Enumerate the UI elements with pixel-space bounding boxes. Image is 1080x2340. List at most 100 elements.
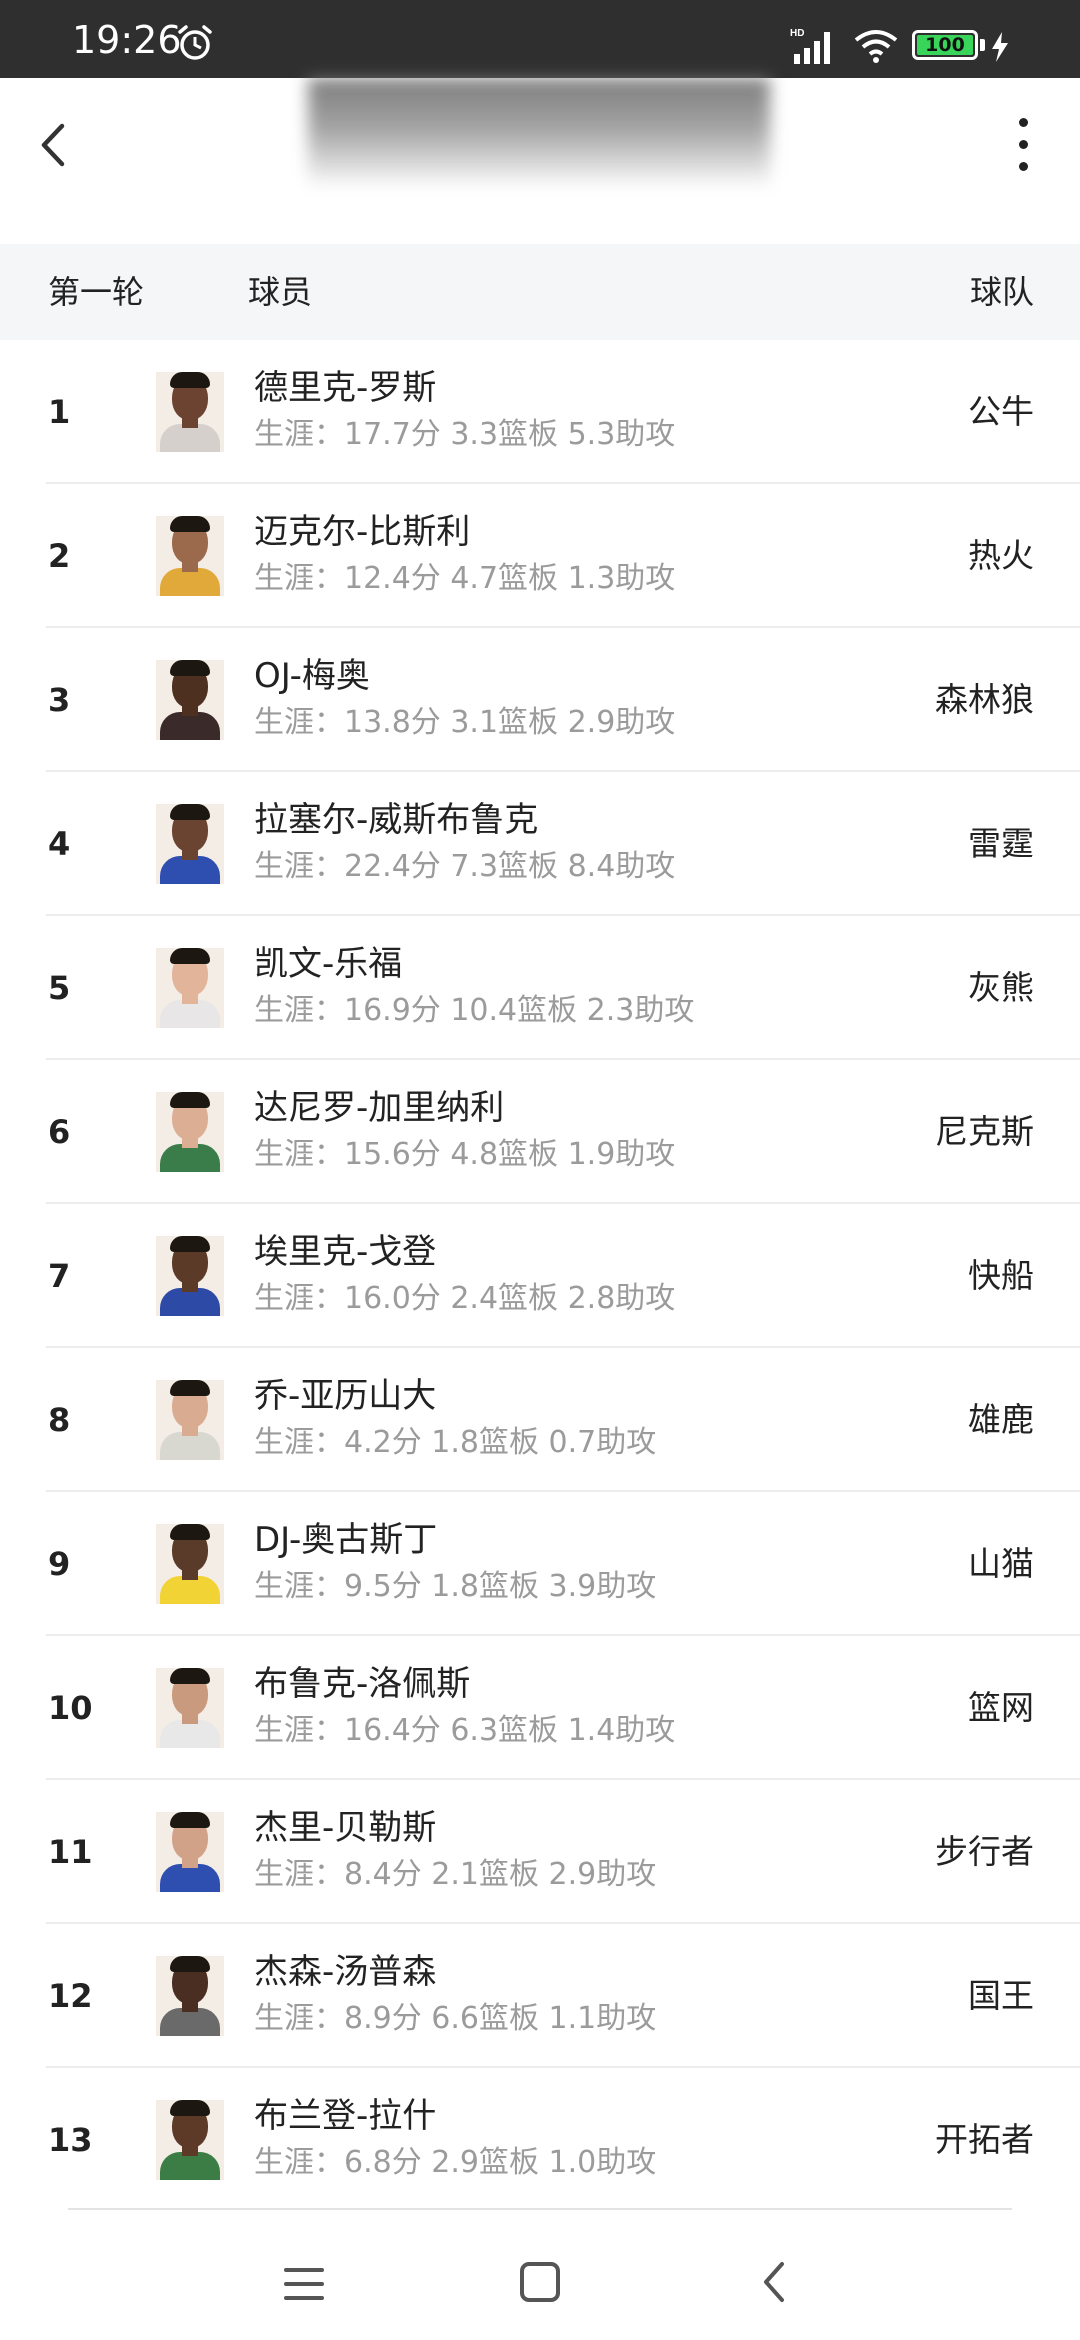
battery-tip [980,39,985,51]
player-team: 公牛 [968,392,1034,431]
more-vertical-icon[interactable] [1004,108,1044,182]
player-team: 国王 [968,1976,1034,2015]
player-career-stats: 生涯：22.4分 7.3篮板 8.4助攻 [254,849,676,884]
player-name: 杰里-贝勒斯 [254,1808,437,1848]
player-team: 森林狼 [935,680,1034,719]
column-round: 第一轮 [48,273,145,311]
wifi-icon [854,30,898,63]
player-career-stats: 生涯：15.6分 4.8篮板 1.9助攻 [254,1137,676,1172]
player-avatar [156,948,224,1028]
table-row[interactable]: 5 凯文-乐福 生涯：16.9分 10.4篮板 2.3助攻 灰熊 [0,916,1080,1060]
pick-number: 3 [48,681,71,719]
back-icon[interactable] [758,2258,790,2306]
table-row[interactable]: 9 DJ-奥古斯丁 生涯：9.5分 1.8篮板 3.9助攻 山猫 [0,1492,1080,1636]
player-name: 杰森-汤普森 [254,1952,437,1992]
player-avatar [156,1812,224,1892]
system-nav-bar [0,2212,1080,2340]
pick-number: 7 [48,1257,71,1295]
player-team: 步行者 [935,1832,1034,1871]
app-header [0,78,1080,244]
player-career-stats: 生涯：16.9分 10.4篮板 2.3助攻 [254,993,695,1028]
player-team: 热火 [968,536,1034,575]
pick-number: 6 [48,1113,71,1151]
charging-icon [992,32,1008,62]
battery-level: 100 [925,34,965,56]
table-row[interactable]: 8 乔-亚历山大 生涯：4.2分 1.8篮板 0.7助攻 雄鹿 [0,1348,1080,1492]
player-career-stats: 生涯：16.0分 2.4篮板 2.8助攻 [254,1281,676,1316]
player-career-stats: 生涯：9.5分 1.8篮板 3.9助攻 [254,1569,657,1604]
player-name: 布兰登-拉什 [254,2096,437,2136]
column-team: 球队 [969,273,1034,311]
player-team: 灰熊 [968,968,1034,1007]
pick-number: 10 [48,1689,93,1727]
battery-icon: 100 [912,30,978,60]
player-career-stats: 生涯：17.7分 3.3篮板 5.3助攻 [254,417,676,452]
player-career-stats: 生涯：16.4分 6.3篮板 1.4助攻 [254,1713,676,1748]
table-row[interactable]: 4 拉塞尔-威斯布鲁克 生涯：22.4分 7.3篮板 8.4助攻 雷霆 [0,772,1080,916]
player-career-stats: 生涯：6.8分 2.9篮板 1.0助攻 [254,2145,657,2180]
player-avatar [156,660,224,740]
player-avatar [156,1380,224,1460]
player-avatar [156,1524,224,1604]
player-name: DJ-奥古斯丁 [254,1520,438,1560]
home-icon[interactable] [520,2262,560,2302]
divider [68,2208,1012,2210]
player-name: 布鲁克-洛佩斯 [254,1664,471,1704]
pick-number: 5 [48,969,71,1007]
player-name: 乔-亚历山大 [254,1376,437,1416]
player-career-stats: 生涯：4.2分 1.8篮板 0.7助攻 [254,1425,657,1460]
player-name: 埃里克-戈登 [254,1232,437,1272]
player-name: 迈克尔-比斯利 [254,512,471,552]
player-name: 德里克-罗斯 [254,368,437,408]
player-avatar [156,2100,224,2180]
status-time: 19:26 [72,18,182,62]
player-team: 雷霆 [968,824,1034,863]
player-team: 雄鹿 [968,1400,1034,1439]
player-career-stats: 生涯：8.9分 6.6篮板 1.1助攻 [254,2001,657,2036]
player-team: 篮网 [968,1688,1034,1727]
table-row[interactable]: 10 布鲁克-洛佩斯 生涯：16.4分 6.3篮板 1.4助攻 篮网 [0,1636,1080,1780]
player-career-stats: 生涯：12.4分 4.7篮板 1.3助攻 [254,561,676,596]
column-player: 球员 [248,273,313,311]
pick-number: 4 [48,825,71,863]
network-label: HD [790,28,804,39]
player-team: 尼克斯 [935,1112,1034,1151]
menu-icon[interactable] [282,2266,326,2302]
column-header: 第一轮 球员 球队 [0,244,1080,340]
player-name: 达尼罗-加里纳利 [254,1088,505,1128]
player-avatar [156,1956,224,2036]
player-name: 凯文-乐福 [254,944,403,984]
pick-number: 1 [48,393,71,431]
pick-number: 11 [48,1833,93,1871]
table-row[interactable]: 12 杰森-汤普森 生涯：8.9分 6.6篮板 1.1助攻 国王 [0,1924,1080,2068]
table-row[interactable]: 11 杰里-贝勒斯 生涯：8.4分 2.1篮板 2.9助攻 步行者 [0,1780,1080,1924]
pick-number: 8 [48,1401,71,1439]
signal-icon: HD [790,28,830,64]
table-row[interactable]: 7 埃里克-戈登 生涯：16.0分 2.4篮板 2.8助攻 快船 [0,1204,1080,1348]
pick-number: 2 [48,537,71,575]
player-name: 拉塞尔-威斯布鲁克 [254,800,539,840]
draft-list: 1 德里克-罗斯 生涯：17.7分 3.3篮板 5.3助攻 公牛 2 迈克尔-比… [0,340,1080,2212]
alarm-icon [178,25,212,60]
player-avatar [156,804,224,884]
table-row[interactable]: 1 德里克-罗斯 生涯：17.7分 3.3篮板 5.3助攻 公牛 [0,340,1080,484]
table-row[interactable]: 3 OJ-梅奥 生涯：13.8分 3.1篮板 2.9助攻 森林狼 [0,628,1080,772]
player-avatar [156,372,224,452]
player-avatar [156,516,224,596]
chevron-left-icon[interactable] [32,110,82,180]
player-avatar [156,1092,224,1172]
player-team: 快船 [968,1256,1034,1295]
table-row[interactable]: 13 布兰登-拉什 生涯：6.8分 2.9篮板 1.0助攻 开拓者 [0,2068,1080,2212]
pick-number: 13 [48,2121,93,2159]
player-team: 开拓者 [935,2120,1034,2159]
player-avatar [156,1668,224,1748]
table-row[interactable]: 6 达尼罗-加里纳利 生涯：15.6分 4.8篮板 1.9助攻 尼克斯 [0,1060,1080,1204]
status-bar: 19:26 HD 100 [0,0,1080,78]
table-row[interactable]: 2 迈克尔-比斯利 生涯：12.4分 4.7篮板 1.3助攻 热火 [0,484,1080,628]
player-team: 山猫 [968,1544,1034,1583]
blurred-title [308,78,770,188]
player-career-stats: 生涯：8.4分 2.1篮板 2.9助攻 [254,1857,657,1892]
pick-number: 12 [48,1977,93,2015]
player-career-stats: 生涯：13.8分 3.1篮板 2.9助攻 [254,705,676,740]
player-name: OJ-梅奥 [254,656,370,696]
